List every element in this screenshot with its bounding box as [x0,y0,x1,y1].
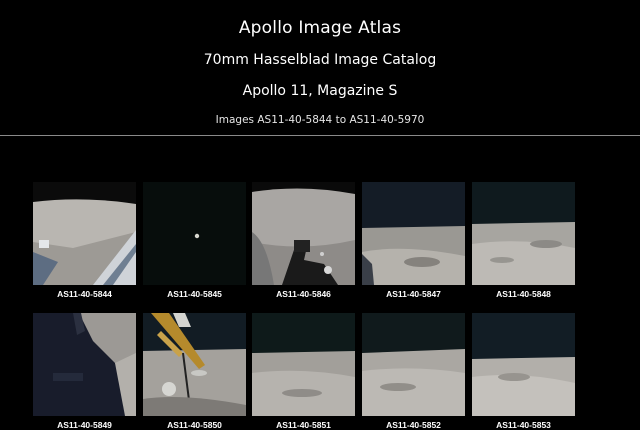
thumbnail-caption[interactable]: AS11-40-5847 [362,289,465,299]
thumbnail-caption[interactable]: AS11-40-5851 [252,420,355,430]
thumbnail-link[interactable]: AS11-40-5844 [33,182,136,299]
thumbnail-caption[interactable]: AS11-40-5846 [252,289,355,299]
thumbnail-caption[interactable]: AS11-40-5845 [143,289,246,299]
header-divider [0,135,640,136]
thumbnail-link[interactable]: AS11-40-5853 [472,313,575,430]
mission-magazine-subtitle: Apollo 11, Magazine S [242,83,398,99]
thumbnail-link[interactable]: AS11-40-5845 [143,182,246,299]
thumbnail-link[interactable]: AS11-40-5847 [362,182,465,299]
thumbnail-image[interactable] [143,182,246,285]
page-title: Apollo Image Atlas [238,18,402,38]
thumbnail-image[interactable] [143,313,246,416]
catalog-subtitle: 70mm Hasselblad Image Catalog [203,52,437,68]
thumbnail-caption[interactable]: AS11-40-5853 [472,420,575,430]
thumbnail-caption[interactable]: AS11-40-5848 [472,289,575,299]
thumbnail-image[interactable] [252,182,355,285]
thumbnail-caption[interactable]: AS11-40-5852 [362,420,465,430]
thumbnail-link[interactable]: AS11-40-5851 [252,313,355,430]
thumbnail-image[interactable] [362,313,465,416]
thumbnail-image[interactable] [472,313,575,416]
thumbnail-caption[interactable]: AS11-40-5844 [33,289,136,299]
thumbnail-link[interactable]: AS11-40-5852 [362,313,465,430]
thumbnail-caption[interactable]: AS11-40-5850 [143,420,246,430]
thumbnail-image[interactable] [252,313,355,416]
thumbnail-image[interactable] [33,182,136,285]
thumbnail-link[interactable]: AS11-40-5848 [472,182,575,299]
thumbnail-caption[interactable]: AS11-40-5849 [33,420,136,430]
thumbnail-link[interactable]: AS11-40-5849 [33,313,136,430]
thumbnail-link[interactable]: AS11-40-5846 [252,182,355,299]
image-range-text: Images AS11-40-5844 to AS11-40-5970 [215,114,425,126]
thumbnail-image[interactable] [362,182,465,285]
thumbnail-image[interactable] [472,182,575,285]
thumbnail-image[interactable] [33,313,136,416]
thumbnail-link[interactable]: AS11-40-5850 [143,313,246,430]
